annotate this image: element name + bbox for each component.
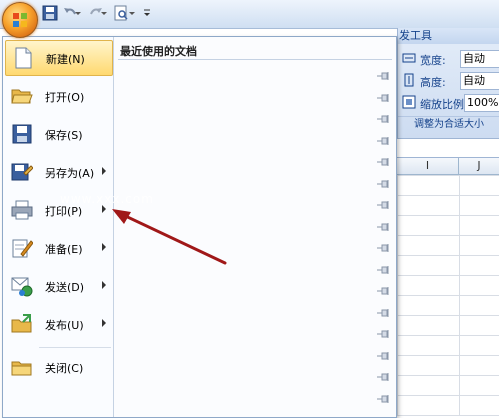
send-icon (11, 275, 33, 297)
menu-item-label: 新建(N) (46, 53, 85, 66)
menu-item-publish[interactable]: 发布(U) (5, 307, 111, 341)
pin-icon[interactable] (376, 243, 390, 253)
height-icon (402, 73, 416, 87)
customize-toolbar-icon[interactable] (142, 5, 152, 21)
print-preview-icon[interactable] (113, 5, 129, 21)
pin-icon[interactable] (376, 372, 390, 382)
office-logo-icon (12, 12, 28, 28)
scale-to-fit-group-label: 调整为合适大小 (398, 116, 499, 133)
menu-item-prepare[interactable]: 准备(E) (5, 231, 111, 265)
width-field[interactable]: 自动 (460, 50, 499, 68)
submenu-arrow-icon (102, 319, 106, 327)
pin-icon[interactable] (376, 157, 390, 167)
menu-item-save[interactable]: 保存(S) (5, 117, 111, 151)
publish-icon (11, 313, 33, 335)
pin-icon[interactable] (376, 351, 390, 361)
column-header-j[interactable]: J (459, 158, 499, 174)
pin-icon[interactable] (376, 136, 390, 146)
column-header-i[interactable]: I (397, 158, 459, 174)
watermark-text: www.xxx.com (60, 192, 154, 206)
pin-icon[interactable] (376, 329, 390, 339)
close-folder-icon (11, 356, 33, 378)
submenu-arrow-icon (102, 281, 106, 289)
pin-icon[interactable] (376, 394, 390, 404)
ribbon-page-layout: 发工具 宽度: 自动 高度: 自动 缩放比例: 100% 调整为合适大小 (397, 28, 499, 138)
print-icon (11, 199, 33, 221)
height-label: 高度: (420, 76, 446, 89)
scale-field[interactable]: 100% (464, 94, 499, 112)
width-row: 宽度: 自动 (401, 50, 499, 68)
menu-item-save-as[interactable]: 另存为(A) (5, 155, 111, 189)
recent-documents-panel: 最近使用的文档 (114, 37, 396, 417)
formula-bar[interactable] (397, 138, 499, 158)
worksheet-grid[interactable] (397, 175, 499, 416)
menu-item-send[interactable]: 发送(D) (5, 269, 111, 303)
pin-icon[interactable] (376, 93, 390, 103)
pin-icon[interactable] (376, 71, 390, 81)
menu-item-label: 保存(S) (45, 129, 83, 142)
scale-icon (402, 95, 416, 109)
scale-label: 缩放比例: (420, 98, 468, 111)
menu-item-label: 另存为(A) (45, 167, 95, 180)
quick-access-toolbar (0, 0, 499, 29)
menu-item-new[interactable]: 新建(N) (5, 40, 113, 76)
menu-item-open[interactable]: 打开(O) (5, 79, 111, 113)
submenu-arrow-icon (102, 205, 106, 213)
recent-documents-title: 最近使用的文档 (120, 45, 197, 58)
pin-icon[interactable] (376, 265, 390, 275)
height-row: 高度: 自动 (401, 72, 499, 90)
menu-item-label: 打开(O) (45, 91, 85, 104)
menu-item-close[interactable]: 关闭(C) (5, 350, 111, 384)
submenu-arrow-icon (102, 243, 106, 251)
open-folder-icon (11, 85, 33, 107)
pin-icon[interactable] (376, 114, 390, 124)
height-field[interactable]: 自动 (460, 72, 499, 90)
pin-icon[interactable] (376, 222, 390, 232)
ribbon-tab-developer[interactable]: 发工具 (398, 28, 499, 44)
new-document-icon (12, 47, 34, 69)
pin-icon[interactable] (376, 179, 390, 189)
pin-icon[interactable] (376, 286, 390, 296)
column-headers: I J (397, 158, 499, 175)
undo-dropdown-icon[interactable] (74, 5, 82, 21)
prepare-icon (11, 237, 34, 259)
office-menu-commands: 新建(N) 打开(O) 保存(S) 另存为(A) 打印(P) 准备(E) 发送(… (3, 37, 114, 417)
office-button[interactable] (2, 2, 38, 38)
office-menu: 新建(N) 打开(O) 保存(S) 另存为(A) 打印(P) 准备(E) 发送(… (2, 36, 397, 418)
width-label: 宽度: (420, 54, 446, 67)
pin-icon[interactable] (376, 308, 390, 318)
menu-separator (39, 347, 111, 348)
menu-item-label: 发送(D) (45, 281, 85, 294)
save-as-icon (11, 161, 34, 183)
recent-title-divider (118, 59, 392, 60)
scale-row: 缩放比例: 100% (401, 94, 499, 112)
submenu-arrow-icon (102, 167, 106, 175)
menu-item-label: 关闭(C) (45, 362, 84, 375)
save-icon (11, 123, 33, 145)
save-icon[interactable] (42, 5, 58, 21)
menu-item-label: 准备(E) (45, 243, 83, 256)
menu-item-label: 发布(U) (45, 319, 84, 332)
redo-dropdown-icon[interactable] (100, 5, 108, 21)
print-preview-dropdown-icon[interactable] (128, 5, 136, 21)
width-icon (402, 51, 416, 65)
pin-icon[interactable] (376, 200, 390, 210)
